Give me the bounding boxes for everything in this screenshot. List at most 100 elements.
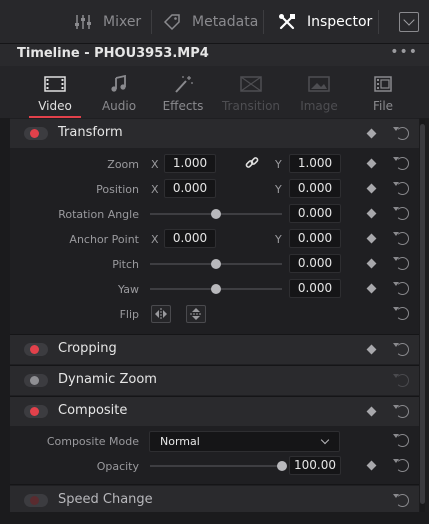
position-y-input[interactable]: 0.000 xyxy=(289,179,341,198)
magic-wand-icon xyxy=(172,75,194,93)
inspector-label: Inspector xyxy=(307,14,373,30)
position-x-input[interactable]: 0.000 xyxy=(164,179,216,198)
keyframe-diamond-icon[interactable] xyxy=(366,258,377,269)
flip-horizontal-button[interactable] xyxy=(151,305,171,323)
tab-transition[interactable]: Transition xyxy=(218,66,284,118)
position-y-label: Y xyxy=(275,183,282,196)
reset-icon[interactable] xyxy=(393,307,409,320)
tag-icon xyxy=(163,13,181,31)
keyframe-diamond-icon[interactable] xyxy=(366,344,377,355)
opacity-slider[interactable] xyxy=(150,461,287,471)
keyframe-diamond-icon[interactable] xyxy=(366,183,377,194)
reset-icon[interactable] xyxy=(393,343,409,356)
tab-video-label: Video xyxy=(38,99,72,113)
anchor-x-input[interactable]: 0.000 xyxy=(164,229,216,248)
reset-icon[interactable] xyxy=(393,405,409,418)
pitch-slider[interactable] xyxy=(150,259,282,269)
vertical-scrollbar[interactable] xyxy=(420,120,425,518)
tab-image[interactable]: Image xyxy=(286,66,352,118)
transform-section-header[interactable]: Transform xyxy=(10,119,419,148)
zoom-label: Zoom xyxy=(107,158,139,171)
keyframe-diamond-icon[interactable] xyxy=(366,460,377,471)
image-icon xyxy=(308,75,330,93)
divider xyxy=(10,484,419,485)
dynamic-zoom-title: Dynamic Zoom xyxy=(58,372,157,387)
tab-audio-label: Audio xyxy=(101,99,137,113)
rotation-angle-slider[interactable] xyxy=(150,209,282,219)
scrollbar-thumb[interactable] xyxy=(420,124,425,504)
cropping-section-header[interactable]: Cropping xyxy=(10,335,419,364)
keyframe-diamond-icon[interactable] xyxy=(366,128,377,139)
tools-icon xyxy=(278,13,296,31)
dynamic-zoom-toggle[interactable] xyxy=(24,374,48,387)
reset-icon[interactable] xyxy=(393,182,409,195)
tab-effects[interactable]: Effects xyxy=(150,66,216,118)
zoom-x-input[interactable]: 1.000 xyxy=(164,154,216,173)
link-icon[interactable] xyxy=(245,156,259,170)
composite-mode-value: Normal xyxy=(160,435,200,448)
reset-icon[interactable] xyxy=(393,459,409,472)
keyframe-diamond-icon[interactable] xyxy=(366,158,377,169)
flip-vertical-button[interactable] xyxy=(186,305,206,323)
reset-icon[interactable] xyxy=(393,157,409,170)
speed-change-toggle[interactable] xyxy=(24,494,48,507)
zoom-y-label: Y xyxy=(275,158,282,171)
reset-icon[interactable] xyxy=(393,494,409,507)
keyframe-diamond-icon[interactable] xyxy=(366,233,377,244)
tab-file[interactable]: File xyxy=(350,66,416,118)
cropping-toggle[interactable] xyxy=(24,343,48,356)
reset-icon[interactable] xyxy=(393,257,409,270)
music-note-icon xyxy=(108,74,130,93)
inspector-panel: Transform Zoom X 1.000 Y 1.000 Position … xyxy=(10,118,419,524)
composite-mode-select[interactable]: Normal xyxy=(149,431,340,452)
zoom-y-input[interactable]: 1.000 xyxy=(289,154,341,173)
reset-icon[interactable] xyxy=(393,282,409,295)
tab-transition-label: Transition xyxy=(221,99,281,113)
position-x-label: X xyxy=(151,183,159,196)
metadata-label: Metadata xyxy=(192,14,259,30)
clip-title-bar: Timeline - PHOU3953.MP4 ••• xyxy=(0,44,429,66)
rotation-angle-input[interactable]: 0.000 xyxy=(289,204,341,223)
reset-icon[interactable] xyxy=(393,434,409,447)
dynamic-zoom-section-header[interactable]: Dynamic Zoom xyxy=(10,366,419,395)
file-icon xyxy=(372,75,394,93)
mixer-button[interactable]: Mixer xyxy=(74,0,141,44)
reset-icon[interactable] xyxy=(393,127,409,140)
position-label: Position xyxy=(96,183,139,196)
toolbar-divider xyxy=(263,10,264,34)
tab-effects-label: Effects xyxy=(162,99,204,113)
composite-section-header[interactable]: Composite xyxy=(10,397,419,426)
transform-toggle[interactable] xyxy=(24,127,48,140)
metadata-button[interactable]: Metadata xyxy=(163,0,258,44)
yaw-slider[interactable] xyxy=(150,284,282,294)
tab-image-label: Image xyxy=(300,99,338,113)
zoom-x-label: X xyxy=(151,158,159,171)
speed-change-section-header[interactable]: Speed Change xyxy=(10,486,419,515)
reset-icon[interactable] xyxy=(393,207,409,220)
yaw-input[interactable]: 0.000 xyxy=(289,279,341,298)
inspector-button[interactable]: Inspector xyxy=(278,0,372,44)
composite-toggle[interactable] xyxy=(24,405,48,418)
pitch-input[interactable]: 0.000 xyxy=(289,254,341,273)
flip-label: Flip xyxy=(119,308,139,321)
more-options-icon[interactable]: ••• xyxy=(390,44,418,60)
reset-icon[interactable] xyxy=(393,374,409,387)
transition-icon xyxy=(240,75,262,93)
opacity-input[interactable]: 100.00 xyxy=(289,456,341,475)
expand-panel-button[interactable] xyxy=(399,12,419,32)
inspector-tabs: Video Audio Effects Transition Image Fil… xyxy=(0,66,429,118)
speed-change-title: Speed Change xyxy=(58,492,153,507)
anchor-y-input[interactable]: 0.000 xyxy=(289,229,341,248)
film-icon xyxy=(44,75,66,93)
keyframe-diamond-icon[interactable] xyxy=(366,406,377,417)
bottom-bar xyxy=(0,512,429,524)
toolbar-divider xyxy=(378,10,379,34)
composite-title: Composite xyxy=(58,403,128,418)
keyframe-diamond-icon[interactable] xyxy=(366,283,377,294)
tab-video[interactable]: Video xyxy=(22,66,88,118)
flip-horizontal-icon xyxy=(155,308,167,320)
keyframe-diamond-icon[interactable] xyxy=(366,208,377,219)
composite-mode-label: Composite Mode xyxy=(46,435,139,448)
reset-icon[interactable] xyxy=(393,232,409,245)
tab-audio[interactable]: Audio xyxy=(86,66,152,118)
